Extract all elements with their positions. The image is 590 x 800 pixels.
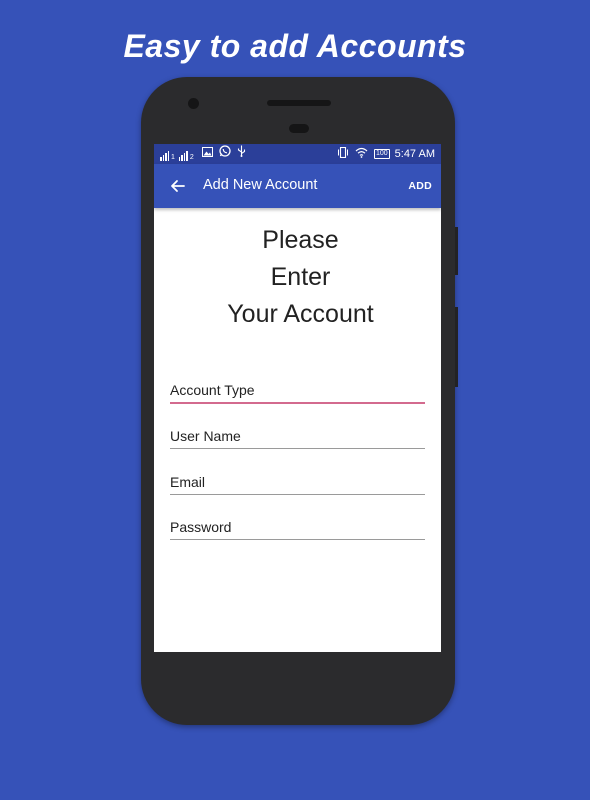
phone-screen: 1 2 100 5:47 AM Add New Account ADD Plea… bbox=[154, 144, 441, 652]
app-bar: Add New Account ADD bbox=[154, 164, 441, 208]
power-button bbox=[455, 227, 458, 275]
sim2-label: 2 bbox=[189, 154, 194, 161]
add-button[interactable]: ADD bbox=[408, 180, 432, 192]
gallery-icon bbox=[201, 147, 213, 161]
signal-icon bbox=[178, 150, 189, 161]
user-name-label: User Name bbox=[170, 428, 241, 444]
status-left: 1 2 bbox=[160, 145, 248, 161]
email-label: Email bbox=[170, 474, 206, 490]
field-underline bbox=[170, 402, 425, 404]
earpiece-speaker bbox=[267, 100, 331, 106]
prompt-line: Please bbox=[262, 226, 339, 254]
status-right: 100 5:47 AM bbox=[333, 146, 435, 162]
field-underline bbox=[170, 539, 425, 540]
field-underline bbox=[170, 448, 425, 449]
status-time: 5:47 AM bbox=[394, 148, 435, 160]
page-title: Add New Account bbox=[203, 177, 318, 193]
user-name-field[interactable]: User Name bbox=[170, 427, 425, 449]
promo-headline: Easy to add Accounts bbox=[123, 28, 467, 64]
whatsapp-icon bbox=[219, 145, 231, 161]
status-bar: 1 2 100 5:47 AM bbox=[154, 144, 441, 164]
wifi-icon bbox=[355, 147, 368, 162]
prompt-line: Enter bbox=[270, 263, 331, 291]
sim1-label: 1 bbox=[171, 154, 175, 161]
usb-icon bbox=[237, 145, 246, 161]
password-label: Password bbox=[170, 519, 232, 535]
account-type-label: Account Type bbox=[170, 382, 255, 398]
back-arrow-icon[interactable] bbox=[166, 174, 190, 198]
email-field[interactable]: Email bbox=[170, 473, 425, 495]
form-prompt: Please Enter Your Account bbox=[154, 222, 441, 333]
prompt-line: Your Account bbox=[227, 300, 374, 328]
password-field[interactable]: Password bbox=[170, 518, 425, 540]
signal-icon bbox=[160, 150, 170, 161]
field-underline bbox=[170, 494, 425, 495]
battery-icon: 100 bbox=[373, 149, 390, 159]
vibrate-icon bbox=[337, 146, 349, 162]
front-camera bbox=[188, 98, 199, 109]
volume-button bbox=[455, 307, 458, 387]
proximity-sensor bbox=[289, 124, 309, 133]
account-type-field[interactable]: Account Type bbox=[170, 381, 425, 404]
